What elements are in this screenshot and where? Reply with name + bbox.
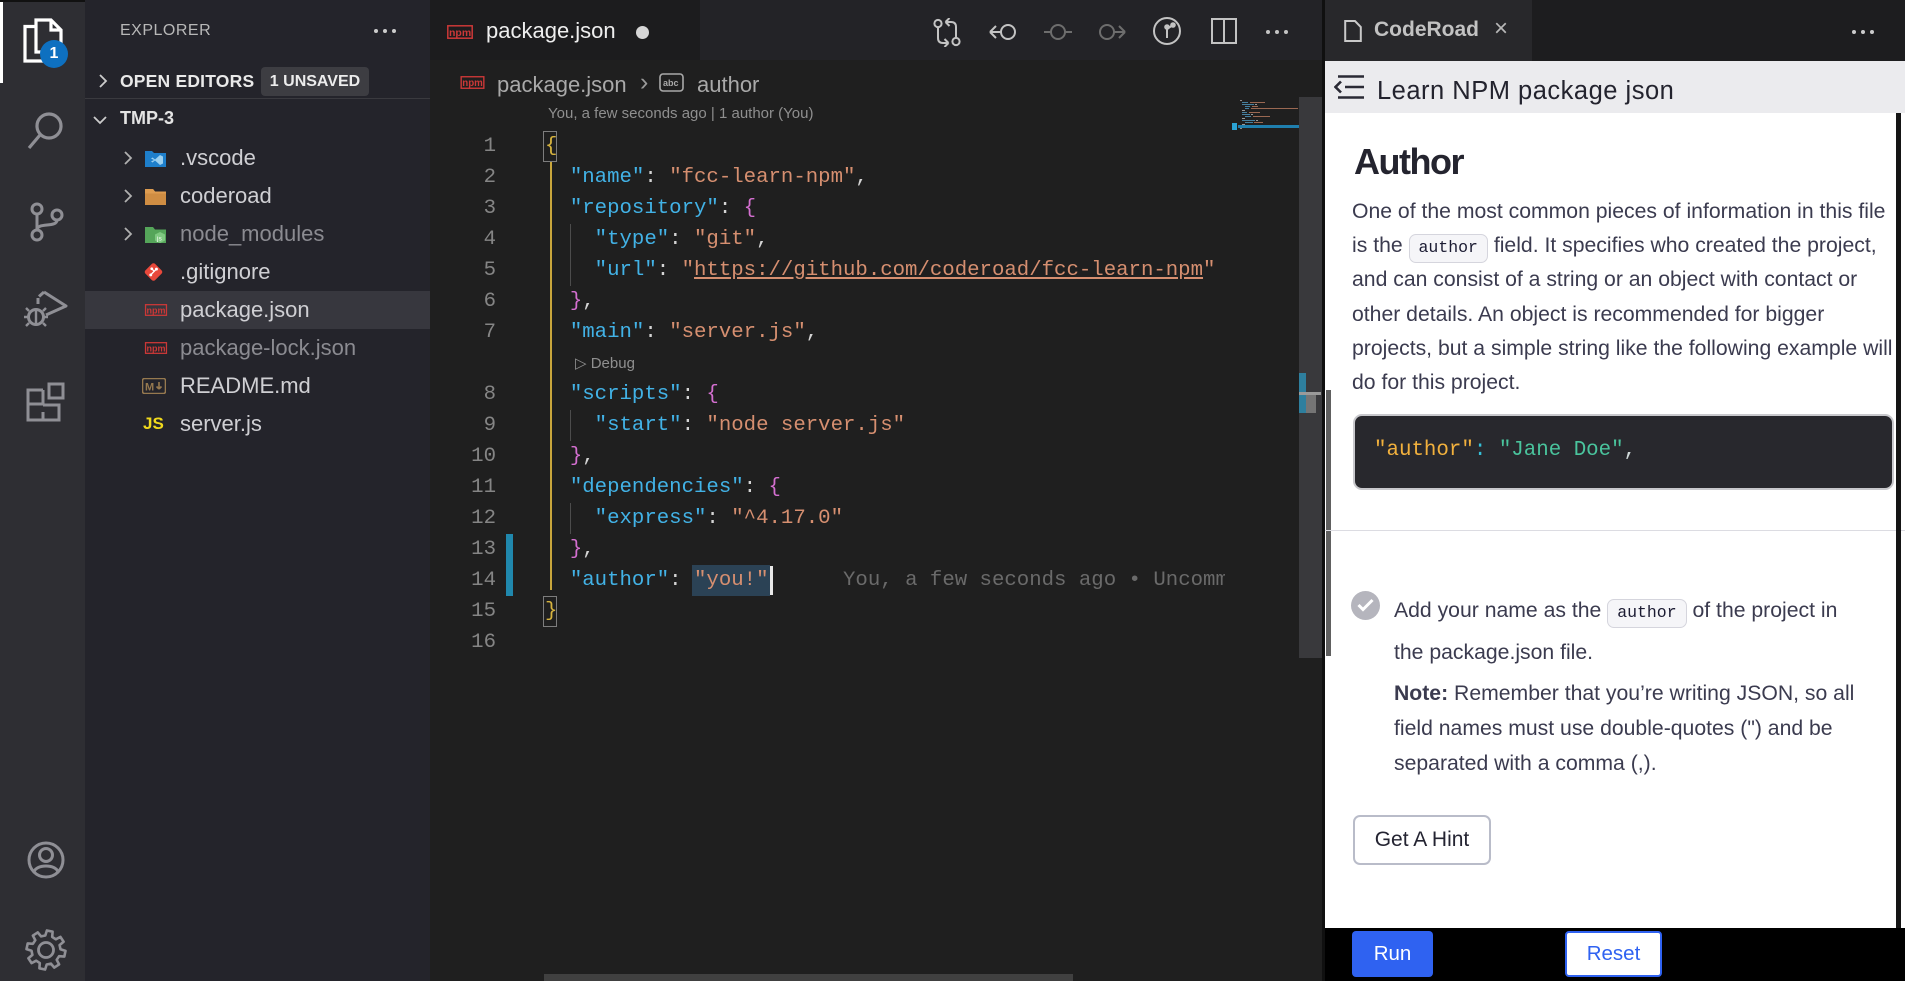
svg-text:npm: npm	[147, 343, 166, 353]
svg-text:npm: npm	[462, 78, 483, 89]
svg-text:npm: npm	[449, 27, 471, 39]
svg-text:js: js	[156, 236, 162, 243]
svg-text:abc: abc	[663, 78, 679, 88]
svg-text:M: M	[145, 382, 154, 394]
svg-text:npm: npm	[147, 305, 166, 315]
